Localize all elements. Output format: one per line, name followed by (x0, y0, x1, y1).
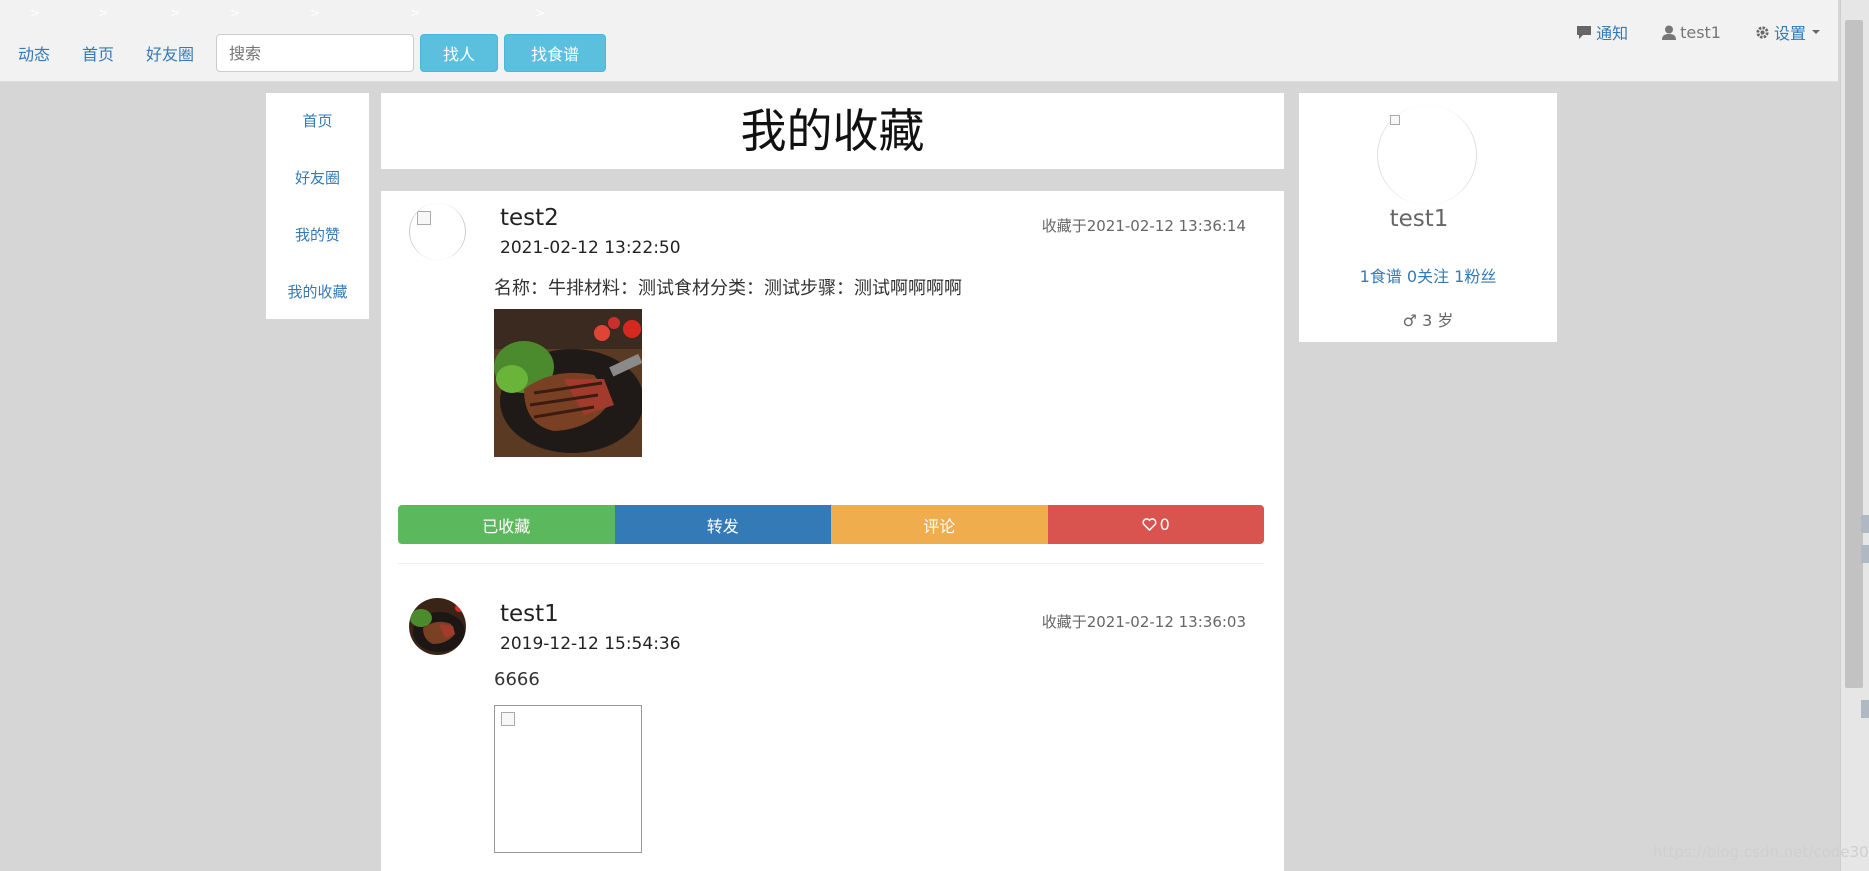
avatar[interactable] (409, 203, 466, 260)
side-nav: 首页 好友圈 我的赞 我的收藏 (266, 93, 369, 319)
favorited-button[interactable]: 已收藏 (398, 505, 615, 544)
broken-post-image[interactable] (494, 705, 642, 853)
user-menu[interactable]: test1 (1662, 23, 1721, 42)
post-user-name[interactable]: test2 (500, 205, 559, 231)
notify-link[interactable]: 通知 (1576, 20, 1628, 44)
avatar[interactable] (409, 598, 466, 655)
watermark: https://blog.csdn.net/code306 (1653, 843, 1869, 861)
sidenav-item-friends[interactable]: 好友圈 (266, 150, 369, 207)
post-user-name[interactable]: test1 (500, 601, 559, 627)
nav-link-friends[interactable]: 好友圈 (146, 41, 194, 65)
nav-right: 通知 test1 设置 (1542, 20, 1826, 44)
nav-link-home[interactable]: 首页 (82, 41, 114, 65)
scrollbar-thumb[interactable] (1845, 20, 1863, 688)
breadcrumb-arrow: > (230, 6, 241, 20)
like-button[interactable]: 0 (1047, 505, 1264, 544)
broken-image-icon (501, 712, 515, 726)
post-content: 名称：牛排材料：测试食材分类：测试步骤：测试啊啊啊啊 (494, 278, 962, 299)
scroll-edge-mark (1861, 515, 1869, 533)
post-time: 2019-12-12 15:54:36 (500, 634, 681, 654)
top-navbar: > > > > > > > 动态 首页 好友圈 找人 找食谱 通知 test1 … (0, 0, 1838, 82)
user-icon (1662, 25, 1677, 40)
breadcrumb-arrow: > (310, 6, 321, 20)
user-name-label: test1 (1680, 22, 1721, 42)
broken-image-icon (417, 211, 431, 225)
breadcrumb-arrow: > (98, 6, 109, 20)
profile-name: test1 (1389, 206, 1449, 232)
post-time: 2021-02-12 13:22:50 (500, 238, 681, 258)
post-content: 6666 (494, 669, 540, 690)
sidenav-item-home[interactable]: 首页 (266, 93, 369, 150)
breadcrumb-arrow: > (410, 6, 421, 20)
nav-link-dynamic[interactable]: 动态 (18, 41, 50, 65)
sidenav-item-likes[interactable]: 我的赞 (266, 207, 369, 264)
breadcrumb-arrow: > (535, 6, 546, 20)
notify-label: 通知 (1596, 24, 1629, 43)
favorite-time: 收藏于2021-02-12 13:36:14 (1041, 217, 1246, 235)
action-bar: 已收藏 转发 评论 0 (398, 505, 1264, 544)
caret-down-icon (1812, 30, 1820, 34)
comment-button[interactable]: 评论 (831, 505, 1048, 544)
favorites-panel: test2 2021-02-12 13:22:50 收藏于2021-02-12 … (381, 191, 1284, 871)
find-people-button[interactable]: 找人 (420, 34, 499, 72)
page-scrollbar[interactable] (1840, 0, 1869, 871)
post-divider (398, 563, 1264, 564)
broken-image-icon (1390, 115, 1400, 125)
scroll-edge-mark (1861, 545, 1869, 563)
nav-left: 动态 首页 好友圈 找人 找食谱 (18, 34, 607, 72)
sidenav-item-favorites[interactable]: 我的收藏 (266, 264, 369, 321)
steak-image-graphic (494, 309, 642, 457)
heart-icon (1142, 518, 1157, 531)
avatar-steak-image (409, 598, 466, 655)
settings-dropdown[interactable]: 设置 (1755, 20, 1826, 44)
like-count: 0 (1159, 515, 1170, 534)
settings-label: 设置 (1773, 24, 1806, 43)
favorite-time: 收藏于2021-02-12 13:36:03 (1041, 613, 1246, 631)
find-recipe-button[interactable]: 找食谱 (504, 34, 607, 72)
breadcrumb-arrow: > (170, 6, 181, 20)
steak-image[interactable] (494, 309, 642, 457)
profile-age: ♂ 3 岁 (1402, 311, 1454, 330)
scroll-edge-mark (1861, 700, 1869, 718)
profile-stats[interactable]: 1食谱 0关注 1粉丝 (1299, 263, 1557, 287)
breadcrumb-arrow: > (30, 6, 41, 20)
page-title: 我的收藏 (381, 93, 1284, 169)
search-input[interactable] (216, 34, 415, 72)
profile-card: test1 1食谱 0关注 1粉丝 ♂ 3 岁 (1299, 93, 1557, 342)
profile-avatar[interactable] (1377, 105, 1477, 205)
gear-icon (1756, 25, 1769, 39)
share-button[interactable]: 转发 (614, 505, 831, 544)
comment-icon (1577, 25, 1592, 39)
